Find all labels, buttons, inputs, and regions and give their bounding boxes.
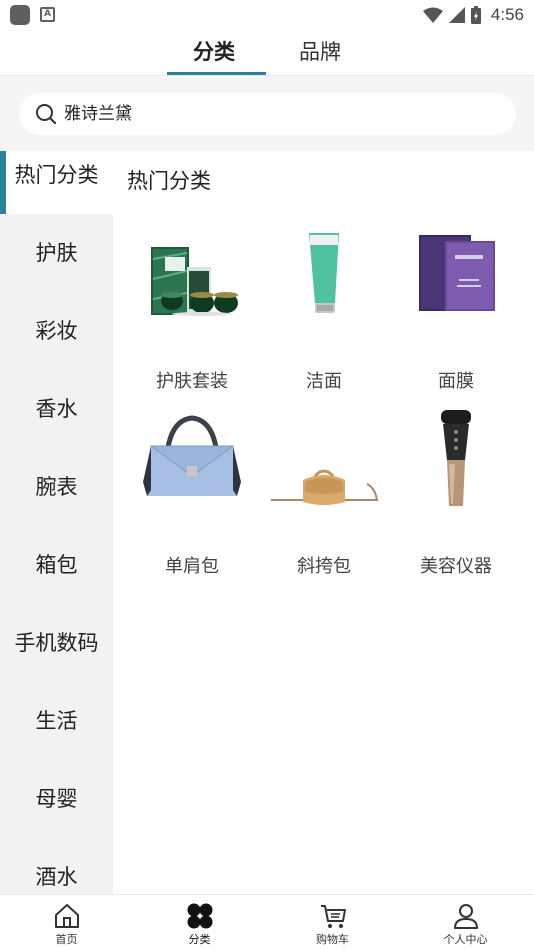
wifi-icon [422,7,443,23]
sidebar-item-label: 手机数码 [14,631,99,655]
nav-label: 首页 [55,933,78,946]
tab-brand[interactable]: 品牌 [299,36,341,68]
sidebar-item-label: 热门分类 [14,163,99,187]
face-mask-box-image [419,235,495,311]
product-label: 护肤套装 [156,371,228,392]
nav-label: 分类 [188,933,211,946]
product-label: 面膜 [438,371,474,392]
category-sidebar: 热门分类 护肤 彩妆 香水 腕表 箱包 手机数码 生活 母婴 酒水 [0,151,113,894]
nav-label: 个人中心 [443,933,488,946]
sidebar-item-label: 箱包 [35,553,78,577]
product-crossbody-bag[interactable]: 斜挎包 [259,404,389,584]
search-area: 雅诗兰黛 [0,76,534,151]
search-input[interactable]: 雅诗兰黛 [19,93,516,135]
home-icon [54,904,79,928]
product-label: 单肩包 [165,556,219,577]
sidebar-item-label: 护肤 [35,241,78,265]
product-label: 美容仪器 [420,556,492,577]
nav-label: 购物车 [316,933,349,946]
user-icon [453,904,478,929]
beauty-device-image [441,410,471,506]
sidebar-item-label: 腕表 [35,475,78,499]
nav-home[interactable]: 首页 [0,895,133,950]
notification-icon [10,5,30,25]
section-title: 热门分类 [127,169,211,193]
sidebar-item-label: 彩妆 [35,319,78,343]
sidebar-item-watch[interactable]: 腕表 [0,448,113,526]
sidebar-item-hot[interactable]: 热门分类 [0,151,113,214]
product-face-mask[interactable]: 面膜 [391,219,521,399]
nav-profile[interactable]: 个人中心 [399,895,532,950]
sidebar-item-skincare[interactable]: 护肤 [0,214,113,292]
cart-icon [320,905,346,928]
sidebar-item-label: 香水 [35,397,78,421]
status-bar: A 4:56 [0,0,534,30]
status-indicators: 4:56 [422,4,524,26]
category-content: 热门分类 护肤套装 洁面 面膜 单肩包 斜挎包 美容仪器 [113,151,534,894]
sidebar-item-label: 酒水 [35,865,78,889]
tab-category[interactable]: 分类 [193,36,235,68]
sidebar-item-label: 生活 [35,709,78,733]
sidebar-item-label: 母婴 [35,787,78,811]
signal-icon [448,7,465,23]
clock: 4:56 [490,5,524,24]
crossbody-bag-image [271,469,379,505]
sidebar-item-digital[interactable]: 手机数码 [0,604,113,682]
sidebar-item-makeup[interactable]: 彩妆 [0,292,113,370]
category-icon [187,903,212,929]
sidebar-item-bags[interactable]: 箱包 [0,526,113,604]
sidebar-item-liquor[interactable]: 酒水 [0,838,113,894]
sidebar-item-baby[interactable]: 母婴 [0,760,113,838]
cleanser-tube-image [309,233,339,313]
product-beauty-device[interactable]: 美容仪器 [391,404,521,584]
app-notification-icon: A [40,7,55,22]
battery-icon [470,6,481,24]
search-icon [36,104,57,125]
top-tabs: 分类 品牌 [0,30,534,76]
product-skincare-set[interactable]: 护肤套装 [127,219,257,399]
active-tab-indicator [167,72,266,75]
product-cleanser[interactable]: 洁面 [259,219,389,399]
product-label: 洁面 [306,371,342,392]
nav-cart[interactable]: 购物车 [266,895,399,950]
sidebar-active-indicator [0,151,6,214]
shoulder-bag-image [143,415,241,496]
skincare-set-image [151,247,238,316]
search-value: 雅诗兰黛 [64,104,132,124]
product-label: 斜挎包 [297,556,351,577]
nav-category[interactable]: 分类 [133,895,266,950]
bottom-navigation: 首页 分类 购物车 个人中心 [0,894,534,950]
sidebar-item-life[interactable]: 生活 [0,682,113,760]
sidebar-item-perfume[interactable]: 香水 [0,370,113,448]
product-shoulder-bag[interactable]: 单肩包 [127,404,257,584]
